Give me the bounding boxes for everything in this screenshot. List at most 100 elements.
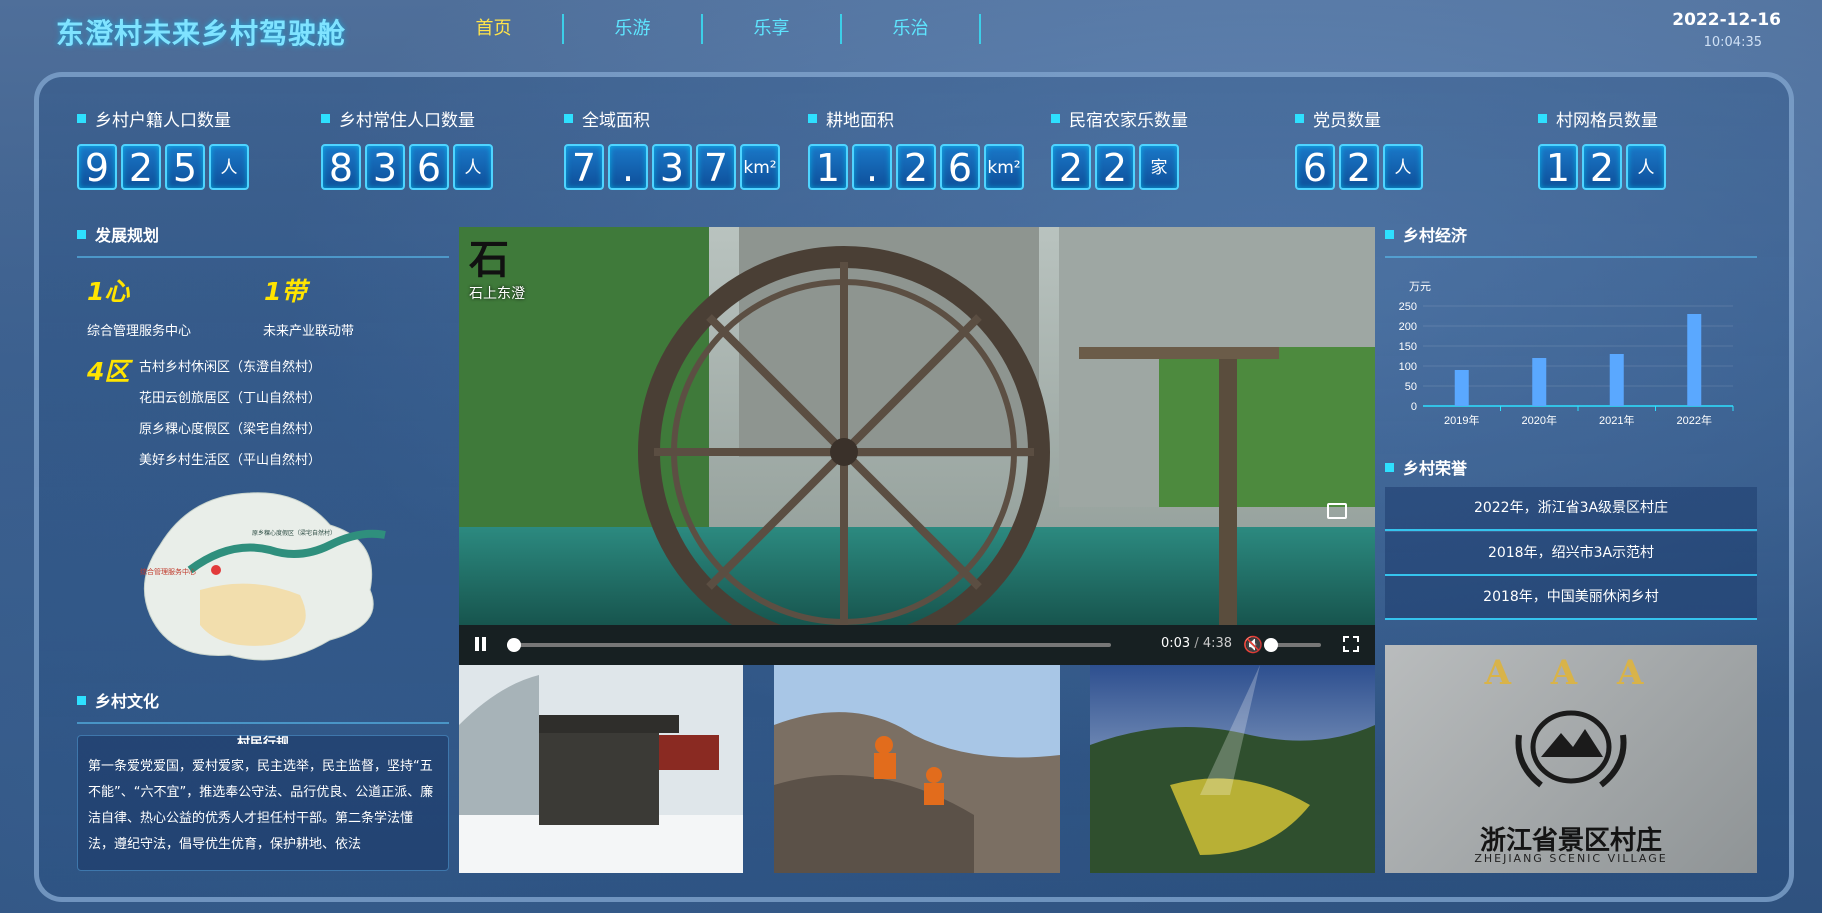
y-tick-label: 250 — [1399, 301, 1417, 313]
stat-digit: 2 — [1051, 144, 1091, 190]
stat-digit: 1 — [1538, 144, 1578, 190]
plan-header: 发展规划 — [77, 222, 449, 258]
stat-digits: 22家 — [1051, 144, 1188, 190]
honor-item: 2018年，绍兴市3A示范村 — [1385, 532, 1757, 576]
bar-2022年 — [1687, 314, 1702, 406]
stat-digit: 9 — [77, 144, 117, 190]
section-marker-icon — [1385, 462, 1394, 472]
stat-digit: 2 — [1095, 144, 1135, 190]
logo-mark-icon: 石 — [469, 236, 509, 283]
photo-village-gate[interactable] — [459, 665, 743, 873]
stat-label: 村网格员数量 — [1556, 111, 1658, 131]
time-separator: / — [1194, 636, 1199, 651]
stat-card: 乡村户籍人口数量 9 2 5 人 — [77, 106, 249, 190]
x-tick-label: 2019年 — [1444, 413, 1479, 427]
nav-tour[interactable]: 乐游 — [564, 14, 703, 44]
photo-terraced-fields[interactable] — [1090, 665, 1375, 873]
stat-digit: 7 — [564, 144, 604, 190]
stat-unit: 人 — [209, 144, 249, 190]
stat-unit: 人 — [1383, 144, 1423, 190]
honor-item: 2018年，中国美丽休闲乡村 — [1385, 576, 1757, 620]
culture-title: 乡村文化 — [95, 692, 160, 711]
current-date: 2022-12-16 — [1672, 10, 1781, 30]
stat-title: 民宿农家乐数量 — [1051, 106, 1188, 131]
one-belt-label: 1带 — [264, 277, 307, 306]
stat-title: 耕地面积 — [808, 106, 1024, 131]
stat-digit: 8 — [321, 144, 361, 190]
stat-digit: 2 — [896, 144, 936, 190]
stat-title: 乡村户籍人口数量 — [77, 106, 249, 131]
volume-track[interactable] — [1264, 638, 1321, 652]
progress-handle[interactable] — [506, 638, 521, 652]
stat-digit: 2 — [1582, 144, 1622, 190]
plaque-emblem-icon — [1515, 710, 1627, 788]
stat-digits: 12人 — [1538, 144, 1666, 190]
video-time: 0:03 / 4:38 — [1161, 636, 1232, 651]
stat-digit: 6 — [1295, 144, 1335, 190]
section-marker-icon — [564, 114, 573, 123]
stat-label: 民宿农家乐数量 — [1069, 111, 1188, 131]
map-label: 综合管理服务中心 — [140, 567, 196, 576]
stat-digit: . — [852, 144, 892, 190]
y-tick-label: 100 — [1399, 361, 1417, 373]
stat-digit: 3 — [652, 144, 692, 190]
section-marker-icon — [1538, 114, 1547, 123]
plan-title: 发展规划 — [95, 226, 160, 245]
zone-item: 原乡稞心度假区（梁宅自然村） — [139, 422, 322, 437]
nav-govern[interactable]: 乐治 — [842, 14, 981, 44]
culture-text-box[interactable]: 村民行规 第一条爱党爱国，爱村爱家，民主选举，民主监督，坚持“五不能”、“六不宜… — [77, 735, 449, 871]
stat-card: 耕地面积 1. 2 6 km² — [808, 106, 1024, 190]
economy-title: 乡村经济 — [1403, 226, 1468, 245]
mute-icon[interactable]: 🔇 — [1243, 635, 1263, 654]
stat-card: 全域面积 7. 3 7 km² — [564, 106, 780, 190]
stat-card: 村网格员数量 1 2 人 — [1538, 106, 1666, 190]
village-map[interactable]: 综合管理服务中心 原乡稞心度假区（梁宅自然村） — [130, 485, 400, 675]
photo-rock-climbing[interactable] — [774, 665, 1060, 873]
video-player[interactable]: 石 石上东澄 — [459, 227, 1375, 665]
stat-digits: 836人 — [321, 144, 493, 190]
app-title: 东澄村未来乡村驾驶舱 — [56, 17, 347, 50]
stat-title: 全域面积 — [564, 106, 780, 131]
nav-home[interactable]: 首页 — [425, 14, 564, 44]
bar-2020年 — [1532, 358, 1547, 406]
x-tick-label: 2020年 — [1522, 413, 1557, 427]
stat-unit: 人 — [1626, 144, 1666, 190]
stat-digit: . — [608, 144, 648, 190]
y-tick-label: 150 — [1399, 341, 1417, 353]
bar-2019年 — [1454, 370, 1469, 406]
time-current: 0:03 — [1161, 636, 1191, 651]
stat-digit: 6 — [940, 144, 980, 190]
stat-label: 耕地面积 — [826, 111, 894, 131]
y-tick-label: 50 — [1405, 381, 1417, 393]
progress-track[interactable] — [506, 638, 1111, 652]
center-marker-icon — [211, 565, 221, 575]
stat-card: 民宿农家乐数量 2 2 家 — [1051, 106, 1188, 190]
economy-bar-chart[interactable]: 万元 0 50 100 150 200 250 2019年 2020年 2021年 2022年 — [1385, 272, 1757, 432]
y-tick-label: 0 — [1411, 401, 1417, 413]
volume-handle[interactable] — [1264, 638, 1278, 652]
pip-icon[interactable] — [1327, 503, 1347, 519]
stat-card: 党员数量 6 2 人 — [1295, 106, 1423, 190]
stat-digits: 62人 — [1295, 144, 1423, 190]
economy-section: 乡村经济 — [1385, 222, 1757, 258]
honor-plaque[interactable]: A A A 浙江省景区村庄 ZHEJIANG SCENIC VILLAGE — [1385, 645, 1757, 873]
stat-digit: 2 — [121, 144, 161, 190]
stat-digit: 1 — [808, 144, 848, 190]
stat-digit: 3 — [365, 144, 405, 190]
one-heart-desc: 综合管理服务中心 — [87, 324, 192, 339]
nav-enjoy[interactable]: 乐享 — [703, 14, 842, 44]
stat-title: 乡村常住人口数量 — [321, 106, 493, 131]
fullscreen-icon[interactable] — [1343, 636, 1359, 652]
map-label: 原乡稞心度假区（梁宅自然村） — [252, 529, 336, 537]
section-marker-icon — [1385, 229, 1394, 239]
x-tick-label: 2021年 — [1599, 413, 1634, 427]
stat-title: 党员数量 — [1295, 106, 1423, 131]
stat-digit: 6 — [409, 144, 449, 190]
pause-icon[interactable] — [474, 637, 488, 653]
plaque-aaa: A A A — [1484, 653, 1658, 693]
economy-header: 乡村经济 — [1385, 222, 1757, 258]
stat-label: 全域面积 — [582, 111, 650, 131]
honors-title: 乡村荣誉 — [1403, 459, 1468, 478]
section-marker-icon — [1051, 114, 1060, 123]
y-axis-unit: 万元 — [1409, 281, 1431, 293]
